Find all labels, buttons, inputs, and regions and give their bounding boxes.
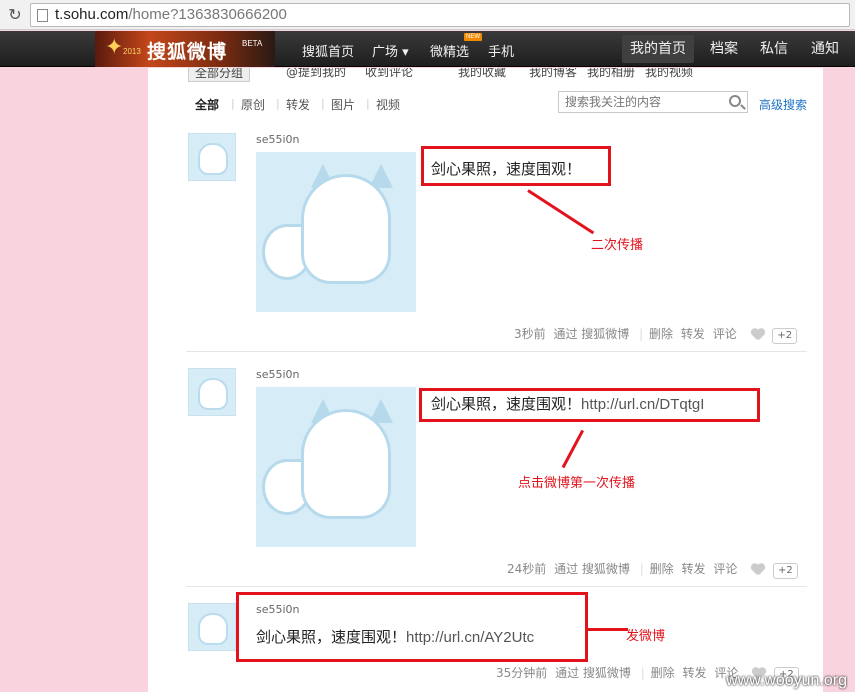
plus-count[interactable]: +2 xyxy=(773,563,798,579)
filter-separator: | xyxy=(321,97,325,110)
nav-messages[interactable]: 私信 xyxy=(752,35,796,63)
page-icon xyxy=(37,9,48,22)
post-time[interactable]: 3秒前 xyxy=(514,327,546,341)
avatar-fox-icon xyxy=(198,143,228,175)
meta-separator: | xyxy=(639,327,644,341)
nav-item-mobile[interactable]: 手机 xyxy=(488,41,514,60)
delete-link[interactable]: 删除 xyxy=(649,327,673,341)
filter-tab-all[interactable]: 全部 xyxy=(195,96,219,113)
advanced-search-link[interactable]: 高级搜索 xyxy=(759,96,807,113)
post-time[interactable]: 24秒前 xyxy=(507,562,546,576)
delete-link[interactable]: 删除 xyxy=(650,562,674,576)
url-path: /home?1363830666200 xyxy=(128,6,287,23)
post-image[interactable] xyxy=(256,152,416,312)
annotation-box xyxy=(421,146,611,186)
meta-separator: | xyxy=(639,562,644,576)
subnav-mentions[interactable]: @提到我的 xyxy=(286,68,346,80)
subnav-comments[interactable]: 收到评论 xyxy=(365,68,413,80)
filter-tab-picture[interactable]: 图片 xyxy=(331,96,355,113)
comment-link[interactable]: 评论 xyxy=(713,327,737,341)
fox-body-shape xyxy=(301,174,391,284)
subnav-blog[interactable]: 我的博客 xyxy=(529,68,577,80)
filter-tab-video[interactable]: 视频 xyxy=(376,96,400,113)
annotation-label: 二次传播 xyxy=(591,238,644,253)
new-badge: NEW xyxy=(464,33,482,41)
repost-link[interactable]: 转发 xyxy=(681,562,705,576)
nav-item-featured[interactable]: 微精选 NEW xyxy=(430,33,482,60)
feed-search-input[interactable] xyxy=(559,92,719,112)
nav-item-sohu-home[interactable]: 搜狐首页 xyxy=(302,41,354,60)
logo-torch-icon: ✦ xyxy=(105,35,124,60)
repost-link[interactable]: 转发 xyxy=(681,327,705,341)
delete-link[interactable]: 删除 xyxy=(651,666,675,680)
subnav-album[interactable]: 我的相册 xyxy=(587,68,635,80)
subnav-favorites[interactable]: 我的收藏 xyxy=(458,68,506,80)
sohu-weibo-logo[interactable]: ✦ 2013 搜狐微博 BETA xyxy=(95,31,275,67)
feed-search-box xyxy=(558,91,748,113)
nav-notifications[interactable]: 通知 xyxy=(803,35,847,63)
nav-item-square-label: 广场 xyxy=(372,45,399,60)
avatar[interactable] xyxy=(188,368,236,416)
chevron-down-icon: ▾ xyxy=(402,45,409,60)
filter-separator: | xyxy=(366,97,370,110)
avatar-fox-icon xyxy=(198,378,228,410)
nav-profile[interactable]: 档案 xyxy=(702,35,746,63)
post-image[interactable] xyxy=(256,387,416,547)
like-heart-icon[interactable] xyxy=(751,564,765,576)
browser-address-bar: ↻ t.sohu.com/home?1363830666200 xyxy=(0,0,855,30)
meta-separator: | xyxy=(640,666,645,680)
logo-beta: BETA xyxy=(242,39,263,48)
avatar[interactable] xyxy=(188,133,236,181)
filter-separator: | xyxy=(231,97,235,110)
fox-body-shape xyxy=(301,409,391,519)
repost-link[interactable]: 转发 xyxy=(682,666,706,680)
nav-item-featured-label: 微精选 xyxy=(430,45,470,60)
annotation-box xyxy=(419,388,760,422)
comment-link[interactable]: 评论 xyxy=(713,562,737,576)
post-divider xyxy=(186,586,807,587)
url-host: t.sohu.com xyxy=(55,6,129,23)
nav-my-home[interactable]: 我的首页 xyxy=(622,35,694,63)
reload-icon[interactable]: ↻ xyxy=(6,6,24,24)
subnav-video[interactable]: 我的视频 xyxy=(645,68,693,80)
post-via[interactable]: 通过 搜狐微博 xyxy=(554,562,630,576)
like-heart-icon[interactable] xyxy=(751,329,765,341)
post-via[interactable]: 通过 搜狐微博 xyxy=(553,327,629,341)
post-divider xyxy=(186,351,807,352)
url-field[interactable]: t.sohu.com/home?1363830666200 xyxy=(30,3,850,27)
post-meta: 3秒前 通过 搜狐微博 | 删除 转发 评论 +2 xyxy=(514,325,801,344)
post-username[interactable]: se55i0n xyxy=(256,368,300,381)
filter-tab-original[interactable]: 原创 xyxy=(241,96,265,113)
watermark: www.wooyun.org xyxy=(726,672,847,689)
post-meta: 24秒前 通过 搜狐微博 | 删除 转发 评论 +2 xyxy=(507,560,802,579)
subnav-all-groups[interactable]: 全部分组 xyxy=(188,68,251,82)
post-time[interactable]: 35分钟前 xyxy=(496,666,547,680)
post-via[interactable]: 通过 搜狐微博 xyxy=(555,666,631,680)
post-username[interactable]: se55i0n xyxy=(256,133,300,146)
sub-navigation: 全部分组 @提到我的 收到评论 我的收藏 我的博客 我的相册 我的视频 xyxy=(148,68,823,82)
search-icon[interactable] xyxy=(729,95,741,107)
logo-year: 2013 xyxy=(123,47,141,56)
filter-tab-repost[interactable]: 转发 xyxy=(286,96,310,113)
nav-item-square[interactable]: 广场 ▾ xyxy=(372,41,409,60)
avatar-fox-icon xyxy=(198,613,228,645)
annotation-label: 点击微博第一次传播 xyxy=(518,476,636,491)
annotation-box xyxy=(236,592,588,662)
annotation-arrow xyxy=(588,628,628,631)
logo-text: 搜狐微博 xyxy=(147,41,228,63)
annotation-label: 发微博 xyxy=(626,629,666,644)
top-navigation: ✦ 2013 搜狐微博 BETA 搜狐首页 广场 ▾ 微精选 NEW 手机 我的首… xyxy=(0,31,855,67)
filter-separator: | xyxy=(276,97,280,110)
avatar[interactable] xyxy=(188,603,236,651)
plus-count[interactable]: +2 xyxy=(772,328,798,344)
